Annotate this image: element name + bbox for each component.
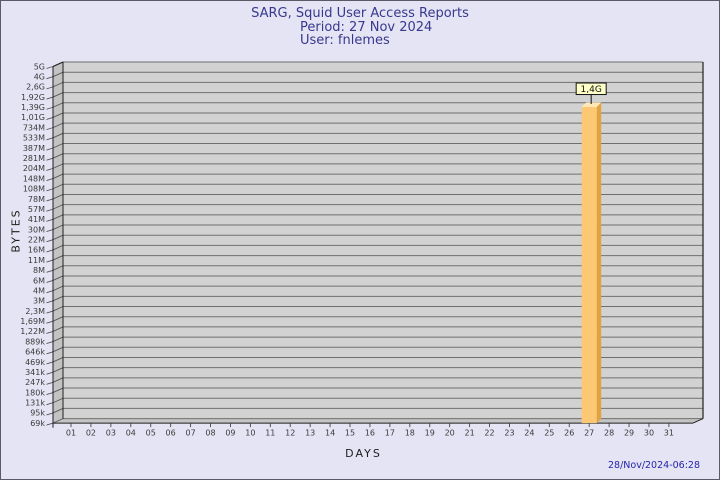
- x-tick-label: 25: [544, 429, 554, 438]
- bar-value-label: 1,4G: [581, 85, 602, 95]
- axis-floor-3d: [53, 418, 703, 424]
- x-tick-label: 31: [664, 429, 674, 438]
- y-tick-label: 1,22M: [20, 327, 45, 336]
- y-tick-label: 41M: [28, 215, 45, 224]
- x-tick-label: 06: [166, 429, 176, 438]
- y-tick-label: 3M: [33, 297, 45, 306]
- x-tick-label: 20: [445, 429, 455, 438]
- x-tick-label: 23: [504, 429, 514, 438]
- plot-backplane: [63, 62, 703, 419]
- y-tick-label: 5G: [34, 62, 45, 71]
- y-tick-label: 16M: [28, 246, 45, 255]
- chart-plot-area: 5G4G2,6G1,92G1,39G1,01G734M533M387M281M2…: [20, 61, 704, 438]
- y-tick-label: 1,01G: [21, 113, 45, 122]
- x-tick-label: 03: [106, 429, 116, 438]
- y-tick-label: 57M: [28, 205, 45, 214]
- y-tick-label: 8M: [33, 266, 45, 275]
- y-tick-label: 1,92G: [21, 93, 45, 102]
- y-tick-label: 131k: [25, 399, 45, 408]
- x-tick-label: 05: [146, 429, 156, 438]
- y-tick-label: 247k: [25, 378, 45, 387]
- y-tick-label: 78M: [28, 195, 45, 204]
- x-tick-label: 18: [405, 429, 415, 438]
- y-tick-label: 180k: [25, 388, 45, 397]
- x-tick-label: 08: [205, 429, 215, 438]
- x-tick-label: 10: [245, 429, 255, 438]
- y-tick-label: 2,6G: [26, 83, 45, 92]
- y-tick-label: 4G: [34, 72, 45, 81]
- y-tick-label: 646k: [25, 348, 45, 357]
- x-tick-label: 29: [624, 429, 634, 438]
- y-tick-label: 889k: [25, 337, 45, 346]
- x-tick-label: 02: [86, 429, 96, 438]
- y-tick-label: 22M: [28, 236, 45, 245]
- y-tick-label: 6M: [33, 276, 45, 285]
- x-tick-label: 11: [265, 429, 275, 438]
- x-tick-label: 30: [644, 429, 654, 438]
- x-tick-label: 15: [345, 429, 355, 438]
- x-tick-label: 24: [524, 429, 534, 438]
- y-tick-label: 734M: [23, 123, 45, 132]
- bar-side-face: [596, 102, 602, 424]
- y-tick-label: 2,3M: [25, 307, 45, 316]
- x-tick-label: 01: [66, 429, 76, 438]
- x-tick-label: 28: [604, 429, 614, 438]
- x-tick-label: 12: [285, 429, 295, 438]
- x-tick-label: 13: [305, 429, 315, 438]
- x-tick-label: 22: [484, 429, 494, 438]
- y-tick-label: 108M: [23, 185, 45, 194]
- x-tick-label: 21: [465, 429, 475, 438]
- x-tick-label: 07: [185, 429, 195, 438]
- x-tick-label: 09: [225, 429, 235, 438]
- y-tick-label: 95k: [30, 409, 45, 418]
- y-tick-label: 4M: [33, 286, 45, 295]
- y-tick-label: 30M: [28, 225, 45, 234]
- y-tick-label: 387M: [23, 144, 45, 153]
- y-tick-label: 1,39G: [21, 103, 45, 112]
- x-tick-label: 17: [385, 429, 395, 438]
- x-tick-label: 04: [126, 429, 136, 438]
- y-tick-label: 148M: [23, 174, 45, 183]
- x-tick-label: 19: [425, 429, 435, 438]
- x-tick-label: 26: [564, 429, 574, 438]
- x-tick-label: 14: [325, 429, 335, 438]
- y-tick-label: 69k: [30, 419, 45, 428]
- y-tick-label: 204M: [23, 164, 45, 173]
- y-tick-label: 533M: [23, 134, 45, 143]
- axis-wall-3d: [53, 62, 63, 424]
- y-tick-label: 1,69M: [20, 317, 45, 326]
- x-tick-label: 16: [365, 429, 375, 438]
- y-tick-label: 469k: [25, 358, 45, 367]
- sarg-report-page: SARG, Squid User Access Reports Period: …: [0, 0, 720, 480]
- y-tick-label: 11M: [28, 256, 45, 265]
- x-tick-label: 27: [584, 429, 594, 438]
- bar-day-27: [581, 107, 597, 424]
- y-tick-label: 281M: [23, 154, 45, 163]
- y-tick-label: 341k: [25, 368, 45, 377]
